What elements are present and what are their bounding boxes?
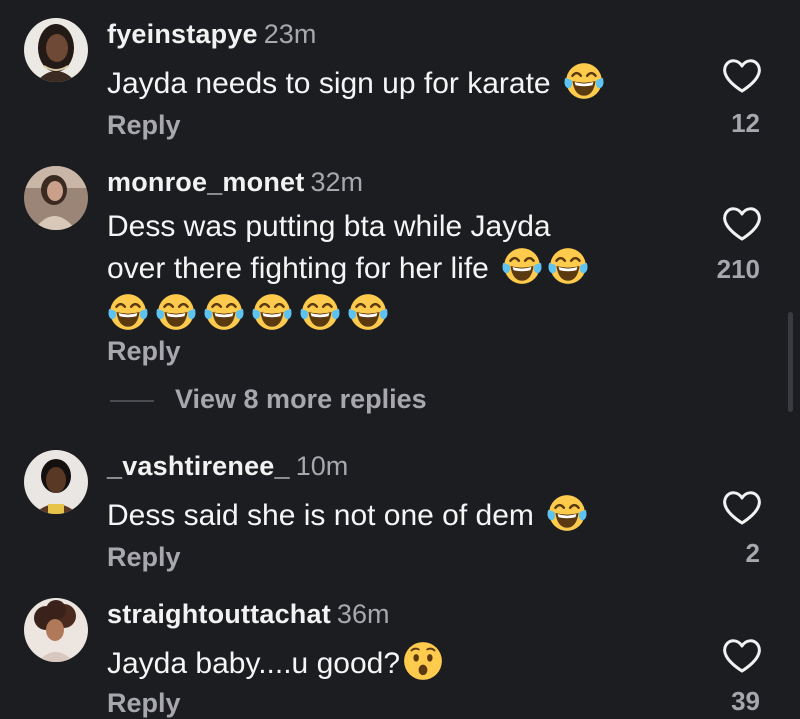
scrollbar[interactable] — [788, 312, 793, 412]
timestamp: 36m — [336, 599, 390, 629]
comment-text-content: Jayda baby....u good? — [107, 647, 400, 680]
reply-button[interactable]: Reply — [107, 688, 181, 719]
comment-item: straightouttachat 36m Jayda baby....u goo… — [0, 0, 800, 718]
comment-text: Jayda baby....u good? — [107, 640, 444, 682]
comment-header: straightouttachat 36m — [107, 598, 389, 630]
username[interactable]: straightouttachat — [107, 599, 331, 629]
heart-outline-icon[interactable] — [721, 636, 763, 674]
avatar[interactable] — [24, 598, 88, 662]
astonished-face-emoji — [402, 640, 444, 682]
